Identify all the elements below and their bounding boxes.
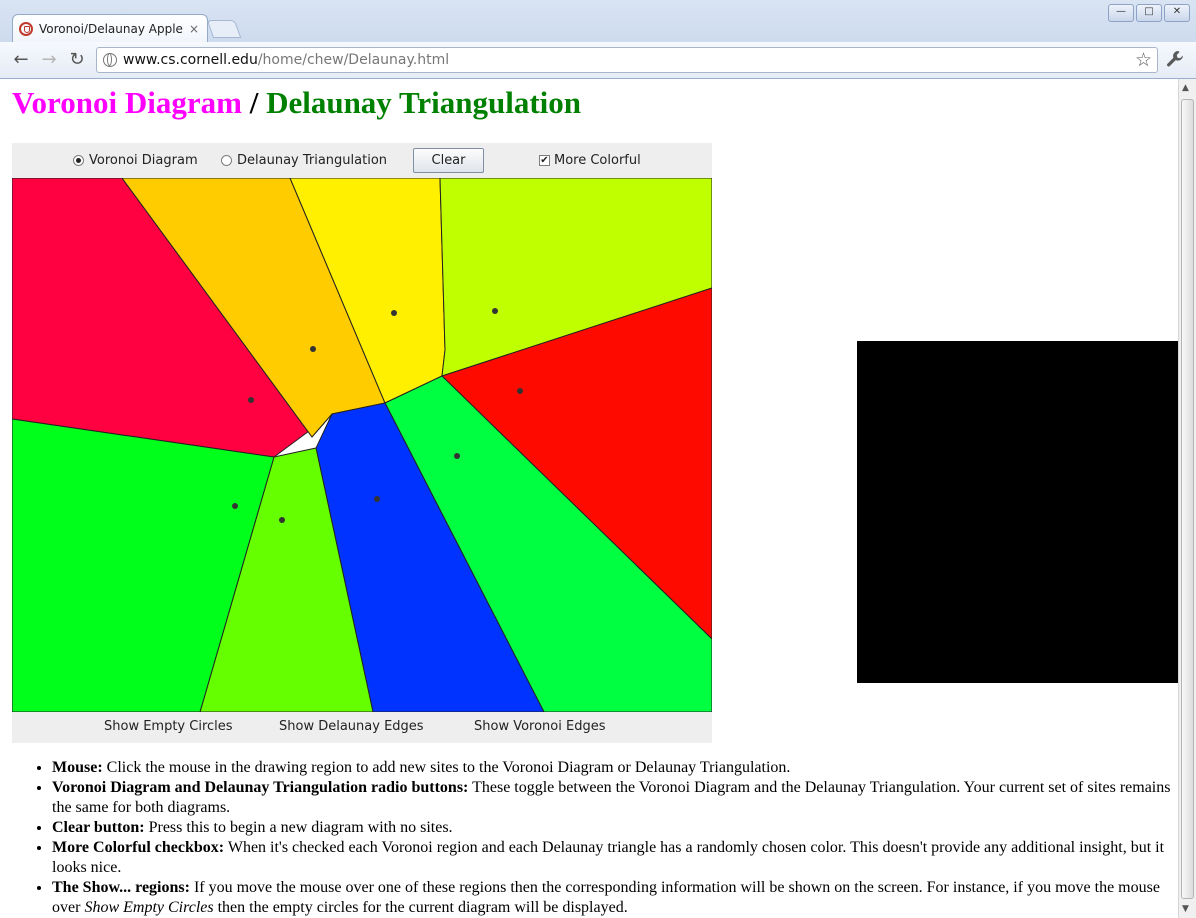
instructions-list: Mouse: Click the mouse in the drawing re… [12, 758, 1172, 918]
page-content: Voronoi Diagram / Delaunay Triangulation… [0, 79, 1178, 918]
help-text: Click the mouse in the drawing region to… [102, 759, 791, 776]
show-empty-circles-region[interactable]: Show Empty Circles [104, 719, 233, 734]
page-title: Voronoi Diagram / Delaunay Triangulation [12, 85, 581, 121]
list-item: Voronoi Diagram and Delaunay Triangulati… [52, 778, 1172, 818]
radio-voronoi[interactable]: Voronoi Diagram [73, 153, 198, 168]
window-controls: — □ ✕ [1108, 4, 1190, 22]
checkbox-label: More Colorful [554, 153, 641, 168]
voronoi-drawing-canvas[interactable] [12, 178, 712, 712]
maximize-button[interactable]: □ [1136, 4, 1162, 22]
list-item: Clear button: Press this to begin a new … [52, 818, 1172, 838]
voronoi-site [492, 308, 498, 314]
help-emphasis: Show Empty Circles [84, 899, 214, 916]
help-term: Clear button: [52, 819, 145, 836]
voronoi-site [374, 496, 380, 502]
new-tab-button[interactable] [206, 20, 242, 38]
close-window-button[interactable]: ✕ [1164, 4, 1190, 22]
help-text: then the empty circles for the current d… [213, 899, 628, 916]
bookmark-star-icon[interactable]: ☆ [1135, 49, 1152, 71]
tab-title: Voronoi/Delaunay Apple [39, 21, 183, 36]
scrollbar-thumb[interactable] [1181, 99, 1194, 899]
show-delaunay-edges-region[interactable]: Show Delaunay Edges [279, 719, 424, 734]
list-item: Mouse: Click the mouse in the drawing re… [52, 758, 1172, 778]
voronoi-site [454, 453, 460, 459]
help-text: Press this to begin a new diagram with n… [144, 819, 453, 836]
browser-toolbar: ← → ↻ www.cs.cornell.edu/home/chew/Delau… [0, 42, 1196, 78]
list-item: More Colorful checkbox: When it's checke… [52, 838, 1172, 878]
voronoi-site [517, 388, 523, 394]
title-delaunay: Delaunay Triangulation [266, 85, 582, 120]
radio-voronoi-dot[interactable] [73, 155, 84, 166]
forward-arrow-icon[interactable]: → [38, 50, 60, 70]
voronoi-site [310, 346, 316, 352]
clear-button[interactable]: Clear [413, 148, 484, 173]
voronoi-site [391, 310, 397, 316]
reload-icon[interactable]: ↻ [66, 50, 88, 70]
scroll-down-arrow-icon[interactable]: ▼ [1182, 904, 1189, 914]
tab-close-icon[interactable]: × [189, 22, 199, 36]
wrench-menu-icon[interactable] [1166, 50, 1184, 73]
back-arrow-icon[interactable]: ← [10, 50, 32, 70]
browser-window-frame: Voronoi/Delaunay Apple × — □ ✕ ← → ↻ www… [0, 0, 1196, 79]
voronoi-site [232, 503, 238, 509]
applet-control-bar: Voronoi Diagram Delaunay Triangulation C… [12, 143, 712, 178]
radio-delaunay[interactable]: Delaunay Triangulation [221, 153, 387, 168]
list-item: The Show... regions: If you move the mou… [52, 878, 1172, 918]
url-text: www.cs.cornell.edu/home/chew/Delaunay.ht… [123, 52, 449, 68]
help-term: Voronoi Diagram and Delaunay Triangulati… [52, 779, 469, 796]
checkbox-mark[interactable]: ✔ [539, 155, 550, 166]
minimize-button[interactable]: — [1108, 4, 1134, 22]
browser-tab[interactable]: Voronoi/Delaunay Apple × [12, 14, 208, 42]
scroll-up-arrow-icon[interactable]: ▲ [1182, 83, 1189, 93]
voronoi-site [248, 397, 254, 403]
voronoi-diagram[interactable] [12, 178, 712, 712]
title-separator: / [241, 85, 267, 120]
title-voronoi: Voronoi Diagram [12, 85, 242, 120]
cornell-favicon-icon [19, 21, 33, 36]
help-term: Mouse: [52, 759, 103, 776]
black-overlay-box [857, 341, 1178, 683]
radio-voronoi-label: Voronoi Diagram [89, 153, 198, 168]
help-term: More Colorful checkbox: [52, 839, 225, 856]
wrench-svg-icon [1167, 51, 1183, 67]
url-path: /home/chew/Delaunay.html [257, 52, 450, 68]
voronoi-site [279, 517, 285, 523]
more-colorful-checkbox[interactable]: ✔ More Colorful [539, 153, 641, 168]
show-voronoi-edges-region[interactable]: Show Voronoi Edges [474, 719, 606, 734]
globe-icon [103, 53, 117, 67]
vertical-scrollbar[interactable]: ▲ ▼ [1178, 79, 1196, 918]
applet-show-bar: Show Empty Circles Show Delaunay Edges S… [12, 712, 712, 743]
radio-delaunay-dot[interactable] [221, 155, 232, 166]
address-bar[interactable]: www.cs.cornell.edu/home/chew/Delaunay.ht… [96, 47, 1158, 73]
url-domain: www.cs.cornell.edu [123, 52, 258, 68]
help-term: The Show... regions: [52, 879, 190, 896]
radio-delaunay-label: Delaunay Triangulation [237, 153, 388, 168]
